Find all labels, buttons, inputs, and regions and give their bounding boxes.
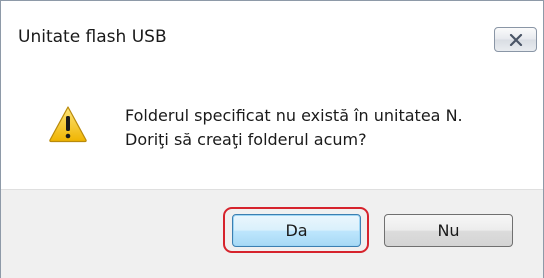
no-button[interactable]: Nu bbox=[384, 214, 513, 247]
dialog-window: Unitate flash USB Folderul specificat nu… bbox=[0, 0, 544, 278]
dialog-message: Folderul specificat nu există în unitate… bbox=[125, 104, 463, 152]
message-line-1: Folderul specificat nu există în unitate… bbox=[125, 106, 463, 125]
message-line-2: Doriţi să creaţi folderul acum? bbox=[125, 130, 367, 149]
dialog-title: Unitate flash USB bbox=[18, 27, 167, 47]
close-button[interactable] bbox=[494, 27, 537, 52]
title-bar: Unitate flash USB bbox=[1, 1, 543, 75]
close-icon bbox=[509, 34, 523, 46]
yes-button[interactable]: Da bbox=[232, 214, 361, 247]
warning-icon bbox=[49, 106, 87, 143]
